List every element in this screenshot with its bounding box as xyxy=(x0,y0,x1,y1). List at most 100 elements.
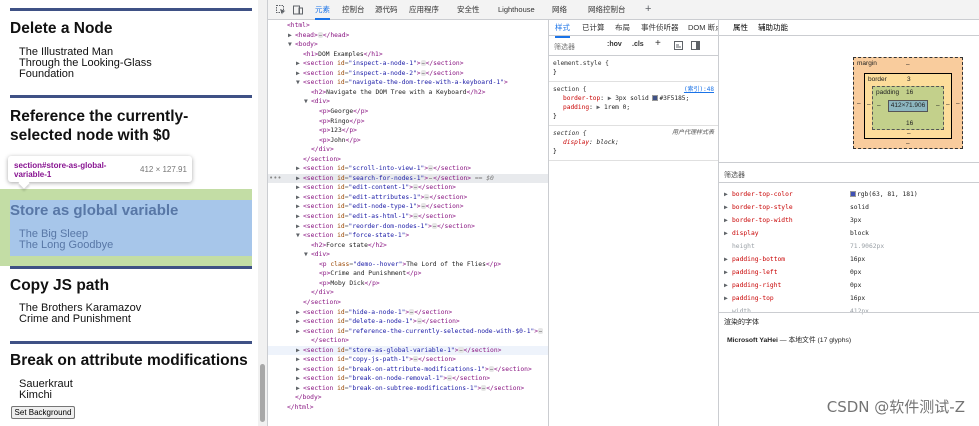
tab-network[interactable]: 网络 xyxy=(552,0,567,20)
tab-console[interactable]: 控制台 xyxy=(342,0,365,20)
dom-node-line[interactable]: <p>George</p> xyxy=(268,107,548,117)
dom-node-line[interactable]: ▶ <section id="edit-content-1">…</section… xyxy=(268,183,548,193)
dom-node-line[interactable]: <p class="demo--hover">The Lord of the F… xyxy=(268,260,548,270)
computed-property[interactable]: ▶ padding-left 0px xyxy=(724,266,974,279)
dom-node-line[interactable]: <h2>Navigate the DOM Tree with a Keyboar… xyxy=(268,88,548,98)
style-rule[interactable]: section {(索引):48 border-top: ▶ 3px solid … xyxy=(549,82,718,126)
styles-filter-input[interactable]: 筛选器 xyxy=(554,42,575,52)
tab-dom-breakpoints[interactable]: DOM 断点 xyxy=(688,20,718,36)
style-rule[interactable]: element.style {} xyxy=(549,56,718,82)
node-actions-icon[interactable]: ••• xyxy=(269,174,282,184)
dom-node-line[interactable]: ▶ <section id="reorder-dom-nodes-1">…</se… xyxy=(268,222,548,232)
computed-property[interactable]: ▶ border-top-color rgb(63, 81, 181) xyxy=(724,188,974,201)
dom-node-line[interactable]: <h2>Force state</h2> xyxy=(268,241,548,251)
tooltip-dimensions: 412 × 127.91 xyxy=(140,165,187,174)
tab-event-listeners[interactable]: 事件侦听器 xyxy=(641,20,679,36)
dom-node-line[interactable]: ▶ <section id="search-for-nodes-1">…</sec… xyxy=(268,173,548,184)
tab-sources[interactable]: 源代码 xyxy=(375,0,398,20)
dom-node-line[interactable]: </div> xyxy=(268,145,548,155)
font-name: Microsoft YaHei xyxy=(727,337,778,344)
dom-node-line[interactable]: ▼ <div> xyxy=(268,97,548,107)
dom-node-line[interactable]: ▼ <div> xyxy=(268,250,548,260)
dom-node-line[interactable]: ▶ <head>…</head> xyxy=(268,31,548,41)
highlighted-content-area: Store as global variable The Big Sleep T… xyxy=(10,200,252,256)
computed-property[interactable]: ▶ border-top-width 3px xyxy=(724,214,974,227)
computed-property[interactable]: height 71.9062px xyxy=(724,240,974,253)
computed-filter-input[interactable]: 筛选器 xyxy=(724,170,745,180)
section-title: Reference the currently-selected node wi… xyxy=(10,108,189,144)
inspect-element-icon[interactable] xyxy=(276,5,286,15)
dom-node-line[interactable]: ▼ <section id="navigate-the-dom-tree-with… xyxy=(268,78,548,88)
dom-node-line[interactable]: ▼ <section id="force-state-1"> xyxy=(268,231,548,241)
border-right-value: – xyxy=(946,101,950,108)
style-property[interactable]: border-top: ▶ 3px solid #3F5185; xyxy=(553,94,714,103)
dom-node-line[interactable]: ▶ <section id="hide-a-node-1">…</section> xyxy=(268,308,548,318)
add-tab-icon[interactable]: + xyxy=(645,3,651,15)
new-rule-icon[interactable]: + xyxy=(655,38,661,49)
dom-node-line[interactable]: ▶ <section id="inspect-a-node-1">…</secti… xyxy=(268,59,548,69)
dom-node-line[interactable]: ▶ <section id="edit-as-html-1">…</section… xyxy=(268,212,548,222)
dom-node-line[interactable]: ▶ <section id="break-on-attribute-modific… xyxy=(268,365,548,375)
scrollbar-thumb[interactable] xyxy=(260,364,265,422)
dom-node-line[interactable]: </section> xyxy=(268,336,548,346)
devtools-window: 元素 控制台 源代码 应用程序 安全性 Lighthouse 网络 网络控制台 … xyxy=(267,0,979,426)
tab-computed[interactable]: 已计算 xyxy=(582,20,605,36)
tab-security[interactable]: 安全性 xyxy=(457,0,480,20)
dom-node-line[interactable]: <h1>DOM Examples</h1> xyxy=(268,50,548,60)
dom-node-line[interactable]: ▶ <section id="break-on-node-removal-1">…… xyxy=(268,374,548,384)
dom-node-line[interactable]: ▶ <section id="copy-js-path-1">…</section… xyxy=(268,355,548,365)
tab-accessibility[interactable]: 辅助功能 xyxy=(758,20,788,36)
dom-node-line[interactable]: </body> xyxy=(268,393,548,403)
toggle-sidebar-icon[interactable] xyxy=(691,41,700,52)
style-property[interactable]: padding: ▶ 1rem 0; xyxy=(553,103,714,112)
dom-node-line[interactable]: </div> xyxy=(268,288,548,298)
dom-node-line[interactable]: ▶ <section id="reference-the-currently-se… xyxy=(268,327,548,337)
computed-property[interactable]: ▶ padding-right 0px xyxy=(724,279,974,292)
computed-property[interactable]: ▶ border-top-style solid xyxy=(724,201,974,214)
dom-node-line[interactable]: <p>Crime and Punishment</p> xyxy=(268,269,548,279)
dom-node-line[interactable]: </html> xyxy=(268,403,548,413)
set-background-button[interactable]: Set Background xyxy=(11,406,75,419)
tab-lighthouse[interactable]: Lighthouse xyxy=(498,0,535,20)
computed-property[interactable]: ▶ padding-top 16px xyxy=(724,292,974,305)
section-title: Copy JS path xyxy=(10,277,110,294)
dom-node-line[interactable]: ▼ <body> xyxy=(268,40,548,50)
rule-close: } xyxy=(553,69,557,76)
dom-node-line[interactable]: </section> xyxy=(268,155,548,165)
dom-node-line[interactable]: <p>Ringo</p> xyxy=(268,117,548,127)
elements-tree[interactable]: <html> ▶ <head>…</head> ▼ <body> <h1>DOM Exam… xyxy=(268,20,548,426)
page-scrollbar[interactable] xyxy=(258,0,267,426)
padding-right-value: – xyxy=(936,102,940,109)
dom-node-line[interactable]: <p>123</p> xyxy=(268,126,548,136)
tab-application[interactable]: 应用程序 xyxy=(409,0,439,20)
box-model-border: border 3 – – – padding 16 – – 412×71.906… xyxy=(864,73,952,139)
cls-toggle[interactable]: .cls xyxy=(632,41,644,48)
computed-sidebar-icon[interactable] xyxy=(674,41,683,52)
dom-node-line[interactable]: ▶ <section id="scroll-into-view-1">…</sec… xyxy=(268,164,548,174)
dom-node-line[interactable]: ▶ <section id="edit-node-type-1">…</secti… xyxy=(268,202,548,212)
box-model-margin: margin – – – – border 3 – – – padding 16… xyxy=(853,57,963,149)
rule-source-link[interactable]: (索引):48 xyxy=(684,85,714,94)
computed-property[interactable]: ▶ display block xyxy=(724,227,974,240)
dom-node-line[interactable]: <html> xyxy=(268,21,548,31)
dom-node-line[interactable]: ▶ <section id="store-as-global-variable-1… xyxy=(268,345,548,356)
dom-node-line[interactable]: ▶ <section id="edit-attributes-1">…</sect… xyxy=(268,193,548,203)
rendered-fonts-heading: 渲染的字体 xyxy=(724,319,759,326)
hov-toggle[interactable]: :hov xyxy=(607,41,622,48)
tab-layout[interactable]: 布局 xyxy=(615,20,630,36)
dom-node-line[interactable]: ▶ <section id="inspect-a-node-2">…</secti… xyxy=(268,69,548,79)
tab-elements[interactable]: 元素 xyxy=(315,0,330,20)
dom-node-line[interactable]: <p>Moby Dick</p> xyxy=(268,279,548,289)
style-property[interactable]: display: block; xyxy=(553,138,714,147)
device-toolbar-icon[interactable] xyxy=(293,5,303,15)
style-rule[interactable]: section {用户代理样式表 display: block;} xyxy=(549,126,718,161)
tab-network-console[interactable]: 网络控制台 xyxy=(588,0,626,20)
dom-node-line[interactable]: <p>John</p> xyxy=(268,136,548,146)
dom-node-line[interactable]: ▶ <section id="delete-a-node-1">…</sectio… xyxy=(268,317,548,327)
computed-property[interactable]: ▶ padding-bottom 16px xyxy=(724,253,974,266)
tab-properties[interactable]: 属性 xyxy=(733,20,748,36)
section-title: Store as global variable xyxy=(10,202,179,219)
border-label: border xyxy=(868,76,887,83)
dom-node-line[interactable]: </section> xyxy=(268,298,548,308)
dom-node-line[interactable]: ▶ <section id="break-on-subtree-modificat… xyxy=(268,384,548,394)
